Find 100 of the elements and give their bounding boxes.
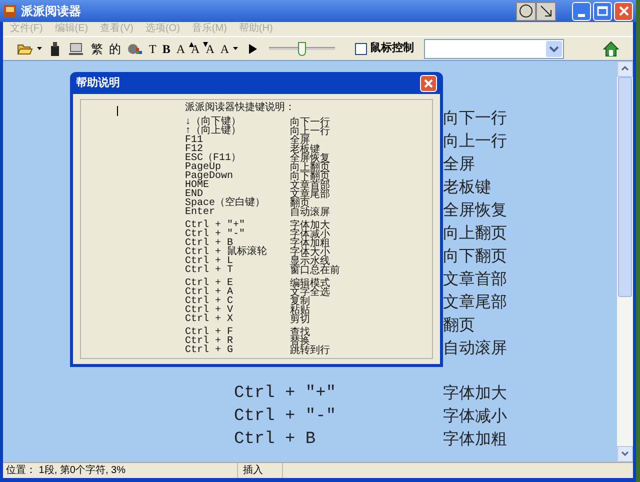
- shortcut-key: Ctrl + "+": [185, 221, 290, 230]
- shortcut-action: 文章尾部: [443, 290, 507, 312]
- shortcut-key: F12: [185, 145, 290, 154]
- maximize-icon: [597, 6, 608, 16]
- shortcut-action: 老板键: [443, 176, 491, 198]
- shortcut-key: ESC（F11）: [185, 154, 290, 163]
- shortcut-key: Ctrl + ″-″: [234, 406, 336, 426]
- circle-tool-button[interactable]: [516, 2, 536, 20]
- shortcut-action: 全屏: [290, 136, 310, 145]
- color-palette-icon[interactable]: [127, 42, 143, 56]
- shortcut-action: 剪切: [290, 315, 310, 324]
- close-button[interactable]: [614, 2, 633, 20]
- shortcut-action: 复制: [290, 297, 310, 306]
- checkbox-label: 鼠标控制: [370, 40, 414, 56]
- shortcut-key: Ctrl + V: [185, 306, 290, 315]
- shortcut-key: Ctrl + X: [185, 315, 290, 324]
- shortcut-action: 向上一行: [290, 127, 330, 136]
- caret-icon[interactable]: [37, 47, 42, 50]
- shortcut-key: Ctrl + G: [185, 346, 290, 355]
- shortcut-key: Ctrl + 鼠标滚轮: [185, 248, 290, 257]
- toolbar-button[interactable]: T: [146, 40, 160, 58]
- toolbar-button[interactable]: 繁: [88, 40, 106, 58]
- scroll-thumb[interactable]: [618, 77, 632, 297]
- shortcut-action: 翻页: [443, 314, 475, 336]
- shortcut-action: 字体加粗: [290, 239, 330, 248]
- shortcut-action: 字体加大: [290, 221, 330, 230]
- shortcut-action: 自动滚屏: [290, 208, 330, 217]
- shortcut-action: 全屏恢复: [290, 154, 330, 163]
- shortcut-action: 向下一行: [290, 118, 330, 127]
- shortcut-action: 字体大小: [290, 248, 330, 257]
- shortcut-action: 编辑模式: [290, 279, 330, 288]
- shortcut-action: 文章首部: [443, 268, 507, 290]
- arrow-tool-button[interactable]: [536, 2, 556, 20]
- scroll-down-icon[interactable]: [617, 446, 633, 462]
- help-heading: 派派阅读器快捷键说明：: [185, 103, 295, 114]
- checkbox[interactable]: [355, 42, 368, 54]
- shortcut-action: 向上翻页: [443, 222, 507, 244]
- shortcut-action: 老板键: [290, 145, 320, 154]
- shortcut-action: 自动滚屏: [443, 336, 507, 358]
- shortcut-key: Ctrl + E: [185, 279, 290, 288]
- shortcut-key: Ctrl + A: [185, 288, 290, 297]
- shortcut-action: 向下翻页: [443, 244, 507, 266]
- shortcut-action: 替换: [290, 337, 310, 346]
- toolbar-button[interactable]: 的: [106, 40, 124, 58]
- minimize-button[interactable]: [572, 2, 591, 20]
- shortcut-action: 向上翻页: [290, 163, 330, 172]
- shortcut-key: Ctrl + F: [185, 328, 290, 337]
- shortcut-key: Enter: [185, 208, 290, 217]
- shortcut-key: Ctrl + L: [185, 257, 290, 266]
- shortcut-key: PageDown: [185, 172, 290, 181]
- shortcut-action: 显示水线: [290, 257, 330, 266]
- close-icon: [618, 6, 628, 16]
- shortcut-action: 向下翻页: [290, 172, 330, 181]
- shortcut-action: 粘贴: [290, 306, 310, 315]
- shortcut-key: Ctrl + ″+″: [234, 384, 336, 403]
- status-position: 位置： 1段, 第0个字符, 3%: [3, 463, 238, 478]
- shortcut-action: 全屏恢复: [443, 198, 507, 220]
- folder-icon[interactable]: [17, 42, 33, 56]
- shortcut-key: Ctrl + B: [234, 430, 316, 449]
- shortcut-key: Ctrl + C: [185, 297, 290, 306]
- toolbar-button[interactable]: A: [217, 40, 232, 58]
- toolbar-button[interactable]: A: [188, 40, 203, 58]
- scroll-up-icon[interactable]: [617, 61, 633, 77]
- text-cursor: [117, 106, 118, 116]
- shortcut-action: 字体加大: [443, 382, 507, 404]
- shortcut-key: Ctrl + R: [185, 337, 290, 346]
- combo-box[interactable]: [424, 38, 564, 58]
- diagonal-arrow-icon: [539, 4, 553, 18]
- shortcut-key: F11: [185, 136, 290, 145]
- maximize-button[interactable]: [593, 2, 612, 20]
- toolbar-button[interactable]: A: [173, 40, 188, 58]
- close-button[interactable]: [420, 74, 437, 92]
- toolbar-button[interactable]: A: [202, 40, 218, 58]
- monitor-icon[interactable]: [68, 42, 84, 56]
- shortcut-action: 翻页: [290, 199, 310, 208]
- shortcut-action: 向上一行: [443, 130, 507, 152]
- shortcut-key: ↑（向上键）: [185, 127, 290, 136]
- shortcut-key: Ctrl + T: [185, 266, 290, 275]
- home-icon[interactable]: [603, 40, 619, 56]
- play-icon[interactable]: [249, 44, 258, 54]
- minimize-icon: [578, 14, 585, 16]
- shortcut-action: 跳转到行: [290, 346, 330, 355]
- shortcut-key: Ctrl + "-": [185, 230, 290, 239]
- shortcut-key: Space（空白键）: [185, 199, 290, 208]
- shortcut-action: 文章尾部: [290, 190, 330, 199]
- window-title: 派派阅读器: [21, 3, 81, 20]
- shortcut-action: 字体减小: [443, 404, 507, 426]
- toolbar-button[interactable]: B: [159, 40, 174, 58]
- app-icon: [3, 4, 17, 18]
- shortcut-action: 查找: [290, 328, 310, 337]
- slider[interactable]: [269, 40, 336, 56]
- caret-icon: [233, 47, 238, 50]
- shortcut-action: 字体减小: [290, 230, 330, 239]
- shortcut-key: HOME: [185, 181, 290, 190]
- shortcut-action: 窗口总在前: [290, 266, 340, 275]
- arrow-down-icon: [203, 42, 208, 47]
- shortcut-action: 文章首部: [290, 181, 330, 190]
- shortcut-action: 向下一行: [443, 106, 507, 128]
- scrollbar[interactable]: [617, 61, 633, 462]
- status-mode: 插入: [238, 463, 283, 478]
